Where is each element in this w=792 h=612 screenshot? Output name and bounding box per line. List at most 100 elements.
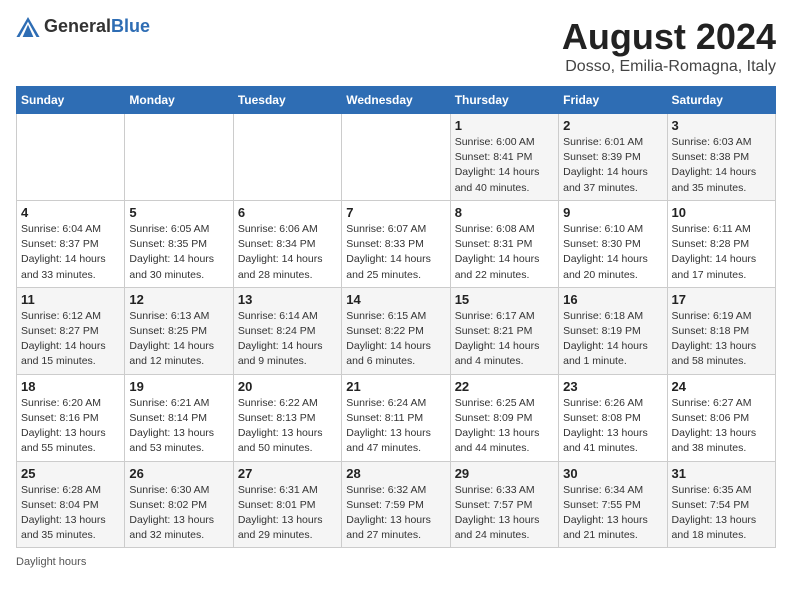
table-row [17, 114, 125, 201]
table-row: 16Sunrise: 6:18 AMSunset: 8:19 PMDayligh… [559, 287, 667, 374]
day-number: 21 [346, 379, 445, 394]
day-info: Sunrise: 6:11 AMSunset: 8:28 PMDaylight:… [672, 222, 771, 283]
page-header: GeneralBlue August 2024 Dosso, Emilia-Ro… [16, 16, 776, 76]
table-row: 31 Sunrise: 6:35 AMSunset: 7:54 PMDayligh… [667, 461, 775, 548]
month-title: August 2024 [562, 16, 776, 58]
header-tuesday: Tuesday [233, 87, 341, 114]
calendar-week-row: 25 Sunrise: 6:28 AMSunset: 8:04 PMDayligh… [17, 461, 776, 548]
day-number: 29 [455, 466, 554, 481]
day-number: 15 [455, 292, 554, 307]
day-number: 27 [238, 466, 337, 481]
day-info: Sunrise: 6:19 AMSunset: 8:18 PMDaylight:… [672, 309, 771, 370]
calendar-week-row: 11Sunrise: 6:12 AMSunset: 8:27 PMDayligh… [17, 287, 776, 374]
day-info: Sunrise: 6:00 AMSunset: 8:41 PMDaylight:… [455, 135, 554, 196]
day-number: 9 [563, 205, 662, 220]
table-row: 6Sunrise: 6:06 AMSunset: 8:34 PMDaylight… [233, 200, 341, 287]
day-info: Sunrise: 6:35 AMSunset: 7:54 PMDaylight:… [672, 483, 771, 544]
day-info: Sunrise: 6:13 AMSunset: 8:25 PMDaylight:… [129, 309, 228, 370]
calendar-table: Sunday Monday Tuesday Wednesday Thursday… [16, 86, 776, 548]
logo: GeneralBlue [16, 16, 150, 37]
table-row [342, 114, 450, 201]
table-row: 5Sunrise: 6:05 AMSunset: 8:35 PMDaylight… [125, 200, 233, 287]
day-info: Sunrise: 6:04 AMSunset: 8:37 PMDaylight:… [21, 222, 120, 283]
logo-blue: Blue [111, 16, 150, 36]
location-subtitle: Dosso, Emilia-Romagna, Italy [562, 58, 776, 76]
title-area: August 2024 Dosso, Emilia-Romagna, Italy [562, 16, 776, 76]
table-row: 3 Sunrise: 6:03 AMSunset: 8:38 PMDaylight… [667, 114, 775, 201]
table-row: 7 Sunrise: 6:07 AMSunset: 8:33 PMDaylight… [342, 200, 450, 287]
day-info: Sunrise: 6:24 AMSunset: 8:11 PMDaylight:… [346, 396, 445, 457]
table-row: 15 Sunrise: 6:17 AMSunset: 8:21 PMDayligh… [450, 287, 558, 374]
day-info: Sunrise: 6:27 AMSunset: 8:06 PMDaylight:… [672, 396, 771, 457]
day-info: Sunrise: 6:08 AMSunset: 8:31 PMDaylight:… [455, 222, 554, 283]
table-row: 27 Sunrise: 6:31 AMSunset: 8:01 PMDayligh… [233, 461, 341, 548]
day-number: 7 [346, 205, 445, 220]
day-number: 2 [563, 118, 662, 133]
day-number: 1 [455, 118, 554, 133]
day-number: 11 [21, 292, 120, 307]
table-row: 21 Sunrise: 6:24 AMSunset: 8:11 PMDayligh… [342, 374, 450, 461]
day-number: 14 [346, 292, 445, 307]
day-info: Sunrise: 6:05 AMSunset: 8:35 PMDaylight:… [129, 222, 228, 283]
day-number: 25 [21, 466, 120, 481]
table-row: 13Sunrise: 6:14 AMSunset: 8:24 PMDayligh… [233, 287, 341, 374]
day-info: Sunrise: 6:10 AMSunset: 8:30 PMDaylight:… [563, 222, 662, 283]
day-number: 3 [672, 118, 771, 133]
table-row: 23Sunrise: 6:26 AMSunset: 8:08 PMDayligh… [559, 374, 667, 461]
day-number: 26 [129, 466, 228, 481]
day-number: 24 [672, 379, 771, 394]
table-row: 24 Sunrise: 6:27 AMSunset: 8:06 PMDayligh… [667, 374, 775, 461]
day-info: Sunrise: 6:06 AMSunset: 8:34 PMDaylight:… [238, 222, 337, 283]
day-info: Sunrise: 6:17 AMSunset: 8:21 PMDaylight:… [455, 309, 554, 370]
table-row: 2Sunrise: 6:01 AMSunset: 8:39 PMDaylight… [559, 114, 667, 201]
day-info: Sunrise: 6:30 AMSunset: 8:02 PMDaylight:… [129, 483, 228, 544]
table-row: 1 Sunrise: 6:00 AMSunset: 8:41 PMDaylight… [450, 114, 558, 201]
day-number: 17 [672, 292, 771, 307]
logo-icon [16, 17, 40, 37]
logo-text: GeneralBlue [44, 16, 150, 37]
table-row: 25 Sunrise: 6:28 AMSunset: 8:04 PMDayligh… [17, 461, 125, 548]
table-row: 19 Sunrise: 6:21 AMSunset: 8:14 PMDayligh… [125, 374, 233, 461]
table-row: 8 Sunrise: 6:08 AMSunset: 8:31 PMDaylight… [450, 200, 558, 287]
day-number: 31 [672, 466, 771, 481]
table-row: 18 Sunrise: 6:20 AMSunset: 8:16 PMDayligh… [17, 374, 125, 461]
weekday-header-row: Sunday Monday Tuesday Wednesday Thursday… [17, 87, 776, 114]
day-info: Sunrise: 6:34 AMSunset: 7:55 PMDaylight:… [563, 483, 662, 544]
table-row: 14 Sunrise: 6:15 AMSunset: 8:22 PMDayligh… [342, 287, 450, 374]
day-info: Sunrise: 6:21 AMSunset: 8:14 PMDaylight:… [129, 396, 228, 457]
header-friday: Friday [559, 87, 667, 114]
table-row: 20Sunrise: 6:22 AMSunset: 8:13 PMDayligh… [233, 374, 341, 461]
table-row [233, 114, 341, 201]
table-row: 12 Sunrise: 6:13 AMSunset: 8:25 PMDayligh… [125, 287, 233, 374]
day-info: Sunrise: 6:31 AMSunset: 8:01 PMDaylight:… [238, 483, 337, 544]
day-number: 12 [129, 292, 228, 307]
header-thursday: Thursday [450, 87, 558, 114]
day-number: 18 [21, 379, 120, 394]
day-info: Sunrise: 6:25 AMSunset: 8:09 PMDaylight:… [455, 396, 554, 457]
table-row: 11Sunrise: 6:12 AMSunset: 8:27 PMDayligh… [17, 287, 125, 374]
table-row: 22 Sunrise: 6:25 AMSunset: 8:09 PMDayligh… [450, 374, 558, 461]
header-monday: Monday [125, 87, 233, 114]
day-info: Sunrise: 6:26 AMSunset: 8:08 PMDaylight:… [563, 396, 662, 457]
calendar-week-row: 1 Sunrise: 6:00 AMSunset: 8:41 PMDaylight… [17, 114, 776, 201]
day-number: 28 [346, 466, 445, 481]
day-info: Sunrise: 6:32 AMSunset: 7:59 PMDaylight:… [346, 483, 445, 544]
day-number: 10 [672, 205, 771, 220]
calendar-week-row: 18 Sunrise: 6:20 AMSunset: 8:16 PMDayligh… [17, 374, 776, 461]
table-row: 30 Sunrise: 6:34 AMSunset: 7:55 PMDayligh… [559, 461, 667, 548]
day-number: 19 [129, 379, 228, 394]
day-info: Sunrise: 6:18 AMSunset: 8:19 PMDaylight:… [563, 309, 662, 370]
calendar-week-row: 4 Sunrise: 6:04 AMSunset: 8:37 PMDaylight… [17, 200, 776, 287]
table-row: 26 Sunrise: 6:30 AMSunset: 8:02 PMDayligh… [125, 461, 233, 548]
day-number: 4 [21, 205, 120, 220]
day-info: Sunrise: 6:28 AMSunset: 8:04 PMDaylight:… [21, 483, 120, 544]
table-row: 17 Sunrise: 6:19 AMSunset: 8:18 PMDayligh… [667, 287, 775, 374]
day-info: Sunrise: 6:07 AMSunset: 8:33 PMDaylight:… [346, 222, 445, 283]
day-info: Sunrise: 6:03 AMSunset: 8:38 PMDaylight:… [672, 135, 771, 196]
table-row: 10 Sunrise: 6:11 AMSunset: 8:28 PMDayligh… [667, 200, 775, 287]
day-number: 22 [455, 379, 554, 394]
day-number: 30 [563, 466, 662, 481]
day-info: Sunrise: 6:15 AMSunset: 8:22 PMDaylight:… [346, 309, 445, 370]
day-info: Sunrise: 6:20 AMSunset: 8:16 PMDaylight:… [21, 396, 120, 457]
day-number: 8 [455, 205, 554, 220]
